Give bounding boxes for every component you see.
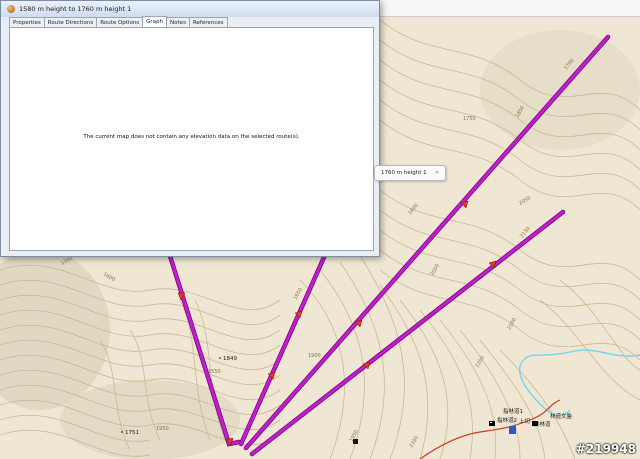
- place-label: 指林道1: [503, 407, 523, 415]
- contour-label: 1650: [293, 287, 305, 301]
- hiker-icon: [509, 426, 516, 434]
- app-icon: [7, 5, 15, 13]
- contour-label: 2100: [507, 317, 519, 331]
- waypoint-icon: [353, 439, 358, 444]
- window-titlebar[interactable]: 1580 m height to 1760 m height 1: [1, 1, 379, 17]
- contour-label: 1550: [208, 369, 221, 375]
- contour-label: 2200: [475, 355, 487, 369]
- spot-height-marker: [121, 431, 123, 433]
- graph-panel: The current map does not contain any ele…: [9, 27, 374, 251]
- route-line[interactable]: [238, 252, 328, 447]
- route-properties-window[interactable]: 1580 m height to 1760 m height 1 Propert…: [0, 0, 380, 257]
- place-label: 林道文盤: [550, 412, 573, 420]
- window-title: 1580 m height to 1760 m height 1: [19, 5, 132, 13]
- place-label: 指林道2: [497, 416, 517, 424]
- contour-label: 1950: [156, 426, 169, 432]
- checkered-flag-icon: [490, 422, 492, 423]
- checkered-flag-icon: [489, 421, 495, 426]
- trail: [419, 399, 561, 459]
- spot-height-label: 1849: [223, 356, 237, 362]
- watermark: #219948: [575, 442, 636, 456]
- contour-label: 2050: [518, 195, 532, 207]
- spot-height-marker: [219, 357, 221, 359]
- contour-label: 2100: [409, 435, 421, 449]
- contour-label: 1800: [407, 203, 420, 217]
- no-elevation-message: The current map does not contain any ele…: [83, 134, 300, 140]
- close-icon[interactable]: ×: [435, 170, 440, 176]
- stream: [519, 349, 640, 417]
- route-tooltip[interactable]: 1760 m height 1 ×: [374, 165, 447, 181]
- contour-label: 1750: [463, 116, 476, 122]
- route-tooltip-label: 1760 m height 1: [381, 170, 427, 176]
- spot-height-label: 1751: [125, 430, 139, 436]
- contour-label: 2000: [430, 263, 442, 277]
- place-label: 上切: [519, 417, 531, 425]
- contour-label: 1600: [102, 272, 116, 284]
- checkered-flag-icon: [532, 421, 538, 426]
- places-of-interest[interactable]: 指林道1 指林道2 上切 林道文盤 美林道: [353, 407, 573, 444]
- contour-label: 1900: [308, 353, 321, 359]
